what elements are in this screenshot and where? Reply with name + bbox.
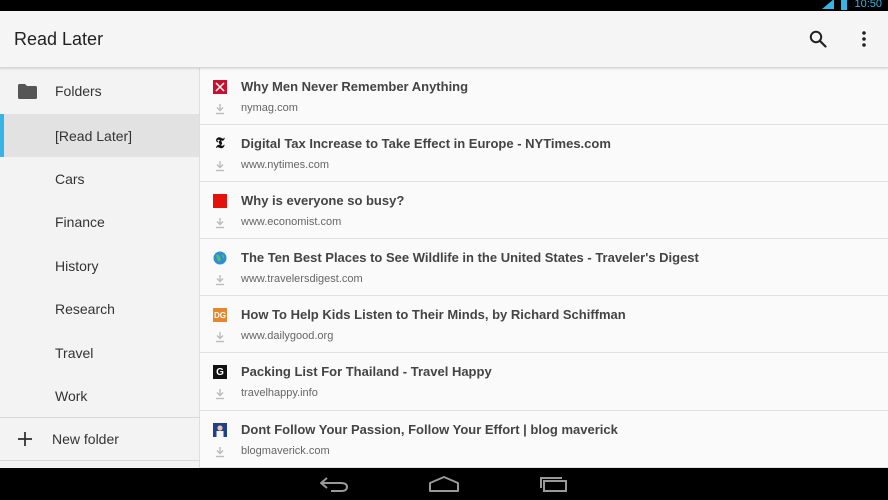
recent-apps-button[interactable] [538,473,570,495]
sidebar-item-work[interactable]: Work [0,374,199,417]
list-item[interactable]: DG How To Help Kids Listen to Their Mind… [200,296,888,354]
back-button[interactable] [318,473,350,495]
download-icon [216,218,224,229]
search-icon [809,30,827,48]
status-bar: 10:50 [0,0,888,11]
list-item[interactable]: 𝕿 Digital Tax Increase to Take Effect in… [200,125,888,183]
dailygood-icon: DG [213,308,227,323]
system-nav-bar [0,468,888,500]
list-item[interactable]: G Packing List For Thailand - Travel Hap… [200,353,888,411]
nytimes-icon: 𝕿 [215,136,225,153]
sidebar-item-research[interactable]: Research [0,288,199,331]
battery-icon [841,0,848,10]
article-title: Why Men Never Remember Anything [241,79,469,94]
sidebar-item-label: [Read Later] [55,127,133,144]
plus-icon [18,432,32,446]
article-title: How To Help Kids Listen to Their Minds, … [241,307,626,323]
app-title: Read Later [14,29,104,49]
travelhappy-icon: G [213,365,227,380]
article-title: Packing List For Thailand - Travel Happy [241,364,492,380]
sidebar-item-travel[interactable]: Travel [0,331,199,374]
search-button[interactable] [806,27,830,51]
folders-header: Folders [0,68,199,114]
back-icon [320,477,349,492]
article-domain: www.economist.com [241,216,342,229]
folder-sidebar: Folders [Read Later] Cars Finance Histor… [0,68,200,468]
download-icon [216,446,224,457]
list-item[interactable]: The Ten Best Places to See Wildlife in t… [200,239,888,297]
article-title: Digital Tax Increase to Take Effect in E… [241,136,611,152]
article-title: Why is everyone so busy? [241,193,405,209]
sidebar-item-label: Travel [55,344,94,361]
economist-icon [213,194,227,209]
sidebar-item-finance[interactable]: Finance [0,201,199,244]
download-icon [216,332,224,343]
nymag-icon [213,80,227,94]
status-icons: 10:50 [822,0,882,11]
more-vert-icon [862,31,866,47]
article-domain: blogmaverick.com [241,444,330,457]
sidebar-item-label: Finance [55,214,105,231]
list-item[interactable]: Why is everyone so busy? www.economist.c… [200,182,888,240]
blogmaverick-icon [213,422,227,437]
overflow-menu-button[interactable] [852,27,876,51]
article-title: The Ten Best Places to See Wildlife in t… [241,250,699,266]
sidebar-item-cars[interactable]: Cars [0,157,199,200]
article-domain: travelhappy.info [241,387,318,400]
sidebar-item-read-later[interactable]: [Read Later] [0,114,199,158]
folder-icon [18,83,37,99]
app-actions [806,27,876,51]
home-button[interactable] [428,473,460,495]
recent-apps-icon [540,477,567,492]
sidebar-item-label: Work [55,388,88,405]
sidebar-item-label: Research [55,301,115,318]
download-icon [216,104,224,115]
article-domain: www.nytimes.com [241,159,330,172]
home-icon [429,476,459,492]
article-domain: nymag.com [241,102,298,114]
new-folder-button[interactable]: New folder [0,418,200,460]
download-icon [216,389,224,400]
article-list: Why Men Never Remember Anything nymag.co… [200,68,888,468]
folders-header-label: Folders [55,83,102,99]
status-time: 10:50 [854,0,882,10]
new-folder-label: New folder [52,431,119,447]
sidebar-item-label: History [55,257,99,274]
globe-icon [213,251,227,265]
list-item[interactable]: Dont Follow Your Passion, Follow Your Ef… [200,411,888,468]
sidebar-bottom-divider [0,460,200,461]
sidebar-item-history[interactable]: History [0,244,199,287]
signal-icon [822,0,835,9]
app-bar: Read Later [0,11,888,68]
sidebar-item-label: Cars [55,171,85,188]
list-item[interactable]: Why Men Never Remember Anything nymag.co… [200,68,888,126]
article-title: Dont Follow Your Passion, Follow Your Ef… [241,421,618,437]
article-domain: www.travelersdigest.com [241,273,363,286]
article-domain: www.dailygood.org [241,330,334,343]
download-icon [216,161,224,172]
download-icon [216,275,224,286]
